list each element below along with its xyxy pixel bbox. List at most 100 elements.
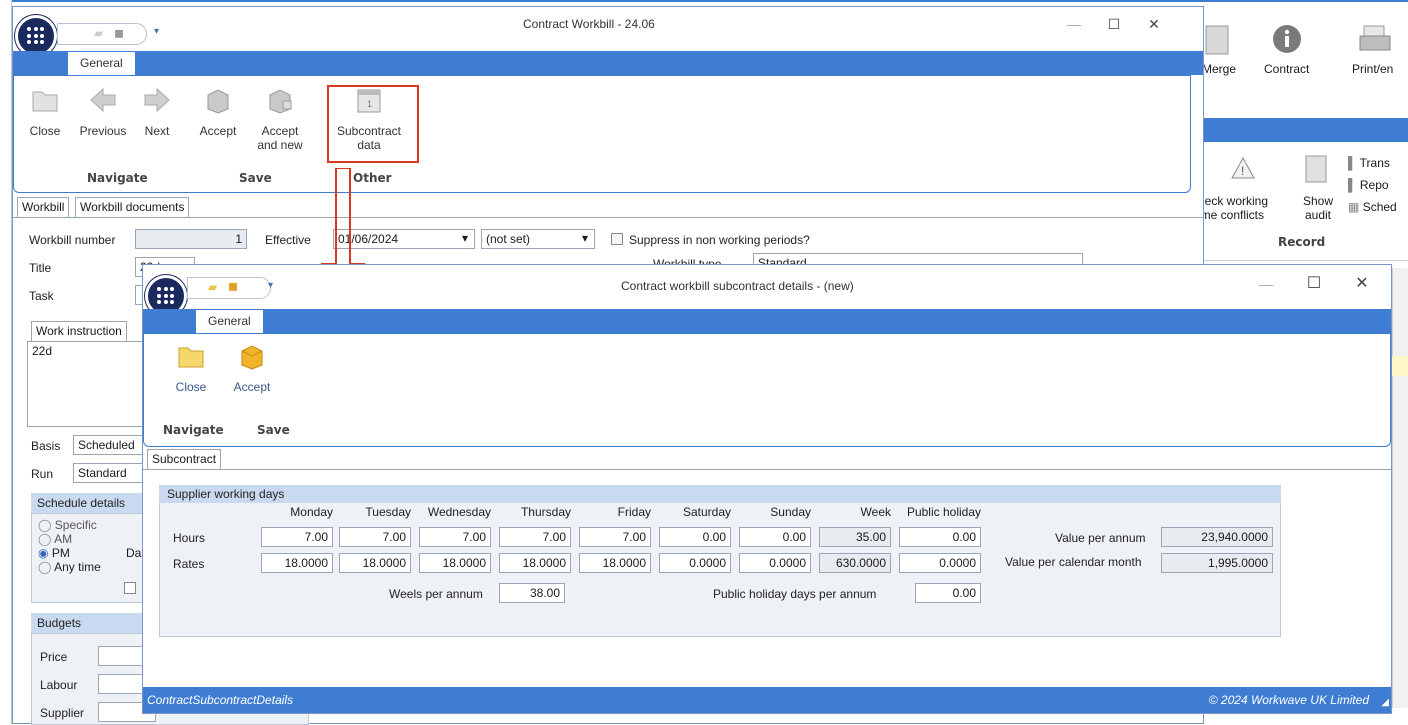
- qat-dropdown-icon[interactable]: ▾: [268, 280, 273, 291]
- subcontract-minimize-button[interactable]: —: [1255, 275, 1277, 293]
- workbill-maximize-button[interactable]: ☐: [1103, 15, 1125, 33]
- grid-cell[interactable]: 18.0000: [419, 553, 491, 573]
- subcontract-highlight-box: [327, 85, 419, 163]
- qat-box-icon[interactable]: ◼: [114, 26, 124, 40]
- bg-left-edge: [0, 0, 12, 724]
- resize-grip-icon[interactable]: ◢: [1381, 697, 1389, 708]
- schedule-option-pm[interactable]: ◉ PM: [38, 546, 70, 560]
- grid-cell[interactable]: 18.0000: [579, 553, 651, 573]
- subcontract-window: Contract workbill subcontract details - …: [142, 264, 1392, 714]
- status-left-text: ContractSubcontractDetails: [147, 693, 294, 707]
- workbill-minimize-button[interactable]: —: [1063, 15, 1085, 33]
- work-instruction-tab[interactable]: Work instruction: [31, 321, 127, 341]
- workbill-tab-general[interactable]: General: [67, 51, 136, 75]
- grid-cell[interactable]: 630.0000: [819, 553, 891, 573]
- workbill-next-button[interactable]: Next: [137, 85, 177, 138]
- workbill-close-window-button[interactable]: ✕: [1143, 15, 1165, 33]
- bg-ribbon-print[interactable]: Print/en: [1344, 18, 1408, 80]
- workbill-previous-button[interactable]: Previous: [73, 85, 133, 138]
- svg-text:!: !: [1241, 164, 1244, 178]
- subcontract-ribbon-bar: [143, 309, 1391, 333]
- column-header: Wednesday: [427, 505, 491, 519]
- weeks-per-annum-field[interactable]: 38.00: [499, 583, 565, 603]
- grid-cell[interactable]: 7.00: [261, 527, 333, 547]
- subcontract-form-tab[interactable]: Subcontract: [147, 449, 222, 469]
- accept-new-label-1: Accept: [261, 124, 299, 138]
- suppress-checkbox[interactable]: [611, 233, 623, 245]
- qat-folder-icon[interactable]: ▰: [94, 26, 103, 40]
- subcontract-maximize-button[interactable]: ☐: [1303, 275, 1325, 293]
- column-header: Friday: [617, 505, 651, 519]
- close-label: Close: [29, 124, 61, 138]
- grid-cell[interactable]: 0.00: [659, 527, 731, 547]
- subcontract-tab-general[interactable]: General: [195, 309, 264, 333]
- workbill-ribbon-panel: [13, 75, 1191, 193]
- workbill-close-button[interactable]: Close: [21, 85, 69, 138]
- arrow-right-icon: [144, 87, 170, 113]
- subcontract-status-bar: ContractSubcontractDetails © 2024 Workwa…: [143, 687, 1391, 713]
- schedule-checkbox[interactable]: [124, 582, 136, 594]
- workbill-titlebar: Contract Workbill - 24.06 — ☐ ✕: [13, 7, 1203, 41]
- bg-ribbon-contract[interactable]: Contract: [1258, 18, 1318, 80]
- box-icon: [241, 345, 263, 370]
- grid-cell[interactable]: 18.0000: [339, 553, 411, 573]
- workbill-number-field[interactable]: 1: [135, 229, 247, 249]
- workbill-accept-and-new-button[interactable]: Accept and new: [253, 85, 307, 152]
- subcontract-accept-button[interactable]: Accept: [227, 341, 277, 394]
- workbill-accept-button[interactable]: Accept: [193, 85, 243, 138]
- grid-cell[interactable]: 0.0000: [659, 553, 731, 573]
- bg-check-working-time-button[interactable]: ! heck working ime conflicts: [1198, 154, 1290, 222]
- value-per-month-field[interactable]: 1,995.0000: [1161, 553, 1273, 573]
- grid-cell[interactable]: 0.0000: [899, 553, 981, 573]
- qat-box-icon[interactable]: ◼: [228, 279, 238, 293]
- grid-cell[interactable]: 7.00: [579, 527, 651, 547]
- folder-icon: [178, 347, 204, 368]
- budgets-header: Budgets: [31, 613, 155, 633]
- dropdown-arrow-icon: ▾: [581, 231, 588, 245]
- suppress-label: Suppress in non working periods?: [629, 233, 810, 247]
- workbill-quick-access-toolbar[interactable]: ▰ ◼ ▾: [57, 23, 159, 45]
- workbill-group-save: Save: [239, 171, 272, 185]
- workbill-form-tab-workbill[interactable]: Workbill: [17, 197, 70, 217]
- grid-cell[interactable]: 0.0000: [739, 553, 811, 573]
- sub-close-label: Close: [175, 380, 207, 394]
- subcontract-close-window-button[interactable]: ✕: [1351, 275, 1373, 293]
- grid-cell[interactable]: 35.00: [819, 527, 891, 547]
- bg-ribbon-merge[interactable]: Merge: [1200, 18, 1246, 80]
- budget-price-label: Price: [40, 650, 68, 664]
- subcontract-quick-access-toolbar[interactable]: ▰ ◼ ▾: [187, 277, 273, 299]
- qat-folder-icon[interactable]: ▰: [208, 280, 217, 294]
- subcontract-window-title: Contract workbill subcontract details - …: [621, 279, 854, 293]
- column-header: Monday: [290, 505, 333, 519]
- grid-cell[interactable]: 0.00: [739, 527, 811, 547]
- grid-cell[interactable]: 0.00: [899, 527, 981, 547]
- grid-cell[interactable]: 7.00: [339, 527, 411, 547]
- qat-dropdown-icon[interactable]: ▾: [154, 26, 159, 37]
- schedule-da-label: Da: [126, 546, 142, 560]
- grid-cell[interactable]: 18.0000: [499, 553, 571, 573]
- grid-cell[interactable]: 7.00: [419, 527, 491, 547]
- schedule-option-specific[interactable]: ◯ Specific: [38, 518, 97, 532]
- public-holiday-days-field[interactable]: 0.00: [915, 583, 981, 603]
- work-instruction-textarea[interactable]: 22d: [27, 341, 155, 427]
- bg-side-link-trans[interactable]: ▌ Trans: [1348, 156, 1408, 178]
- value-per-month-label: Value per calendar month: [1005, 555, 1142, 569]
- grid-cell[interactable]: 18.0000: [261, 553, 333, 573]
- subcontract-close-button[interactable]: Close: [169, 341, 213, 394]
- schedule-option-am[interactable]: ◯ AM: [38, 532, 72, 546]
- bg-show-audit-button[interactable]: Show audit: [1296, 154, 1340, 222]
- schedule-option-any-time[interactable]: ◯ Any time: [38, 560, 101, 574]
- effective-label: Effective: [265, 233, 311, 247]
- bg-side-link-sched[interactable]: ▦ Sched: [1348, 200, 1408, 222]
- bg-side-link-repo[interactable]: ▌ Repo: [1348, 178, 1408, 200]
- budget-labour-label: Labour: [40, 678, 78, 692]
- value-per-annum-field[interactable]: 23,940.0000: [1161, 527, 1273, 547]
- column-header: Week: [860, 505, 891, 519]
- grid-cell[interactable]: 7.00: [499, 527, 571, 547]
- merge-icon: [1205, 25, 1229, 55]
- workbill-form-tab-documents[interactable]: Workbill documents: [75, 197, 190, 217]
- next-label: Next: [144, 124, 170, 138]
- box-add-icon: [269, 89, 292, 114]
- bg-right-panel-divider: [1200, 260, 1408, 261]
- effective-to-select[interactable]: (not set) ▾: [481, 229, 595, 249]
